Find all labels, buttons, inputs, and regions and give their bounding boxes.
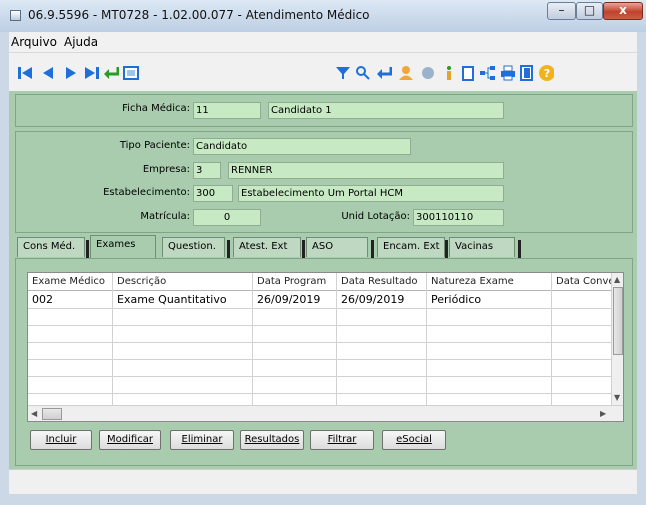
empresa-code-field[interactable]: 3 [193,162,221,179]
cell-exame-medico: 002 [32,293,53,306]
unid-lotacao-label: Unid Lotação: [341,211,410,222]
cell-descricao: Exame Quantitativo [117,293,227,306]
horizontal-scrollbar[interactable]: ◀ ▶ [28,405,623,421]
help-icon[interactable]: ? [538,65,554,81]
cell-data-resultado: 26/09/2019 [341,293,405,306]
ficha-name-field[interactable]: Candidato 1 [268,102,504,119]
scroll-right-icon[interactable]: ▶ [600,409,606,418]
unid-lotacao-field[interactable]: 300110110 [413,209,504,226]
incluir-button[interactable]: Incluir [30,430,92,450]
tab-exames[interactable]: Exames [90,235,156,259]
row-line [28,325,611,326]
window-frame [0,494,646,505]
first-record-icon[interactable] [17,65,33,81]
tab-aso[interactable]: ASO [306,237,368,257]
menu-ajuda[interactable]: Ajuda [64,35,98,49]
status-bar [9,469,637,495]
column-line [252,273,253,405]
esocial-button[interactable]: eSocial [382,430,446,450]
matricula-field[interactable]: 0 [193,209,261,226]
column-header-data-resultado[interactable]: Data Resultado [341,276,418,287]
menu-arquivo[interactable]: Arquivo [11,35,57,49]
cell-data-program: 26/09/2019 [257,293,321,306]
column-header-natureza-exame[interactable]: Natureza Exame [431,276,514,287]
user-icon[interactable] [398,65,414,81]
column-line [112,273,113,405]
scroll-down-icon[interactable]: ▼ [614,393,620,402]
tab-separator [302,240,305,258]
tree-icon[interactable] [479,65,495,81]
svg-text:?: ? [544,67,550,80]
exams-grid[interactable]: Exame Médico Descrição Data Program Data… [27,272,624,422]
toolbar: ? [9,53,637,91]
goto-icon[interactable] [103,65,119,81]
tab-encam-ext[interactable]: Encam. Ext [377,237,445,257]
estabelecimento-label: Estabelecimento: [103,187,190,198]
exit-icon[interactable] [519,65,535,81]
vertical-scrollbar[interactable]: ▲ ▼ [611,273,623,405]
row-line [28,376,611,377]
tab-separator [227,240,230,258]
app-icon[interactable] [10,10,21,21]
modificar-button[interactable]: Modificar [99,430,161,450]
matricula-label: Matrícula: [140,211,190,222]
scroll-left-icon[interactable]: ◀ [31,409,37,418]
zoom-record-icon[interactable] [123,65,139,81]
column-header-exame-medico[interactable]: Exame Médico [32,276,105,287]
maximize-button[interactable]: □ [576,2,603,20]
tab-question[interactable]: Question. [162,237,225,257]
empresa-name-field[interactable]: RENNER [228,162,504,179]
tipo-paciente-field[interactable]: Candidato [193,138,411,155]
previous-record-icon[interactable] [40,65,56,81]
column-header-data-conve[interactable]: Data Conve [556,276,615,287]
column-line [551,273,552,405]
column-line [426,273,427,405]
return-icon[interactable] [376,65,392,81]
print-icon[interactable] [500,65,516,81]
next-record-icon[interactable] [63,65,79,81]
last-record-icon[interactable] [84,65,100,81]
row-line [28,359,611,360]
horizontal-scroll-thumb[interactable] [42,408,62,420]
filter-icon[interactable] [335,65,351,81]
row-line [28,342,611,343]
column-line [336,273,337,405]
window-title: 06.9.5596 - MT0728 - 1.02.00.077 - Atend… [28,8,370,22]
tipo-paciente-label: Tipo Paciente: [119,140,190,151]
scroll-up-icon[interactable]: ▲ [614,275,620,284]
resultados-button[interactable]: Resultados [240,430,304,450]
column-header-data-program[interactable]: Data Program [257,276,326,287]
search-icon[interactable] [355,65,371,81]
empresa-label: Empresa: [142,164,190,175]
close-button[interactable]: x [603,2,643,20]
menu-bar: Arquivo Ajuda [9,32,637,53]
row-line [28,393,611,394]
vertical-scroll-thumb[interactable] [613,287,623,355]
estabelecimento-name-field[interactable]: Estabelecimento Um Portal HCM [238,185,504,202]
estabelecimento-code-field[interactable]: 300 [193,185,233,202]
ficha-number-field[interactable]: 11 [193,102,261,119]
tab-separator [86,240,89,258]
eliminar-button[interactable]: Eliminar [170,430,234,450]
ficha-label: Ficha Médica: [122,103,190,114]
info-icon[interactable] [441,65,457,81]
minimize-button[interactable]: – [547,2,576,20]
filtrar-button[interactable]: Filtrar [310,430,374,450]
tab-atest-ext[interactable]: Atest. Ext [233,237,301,257]
column-header-descricao[interactable]: Descrição [117,276,166,287]
circle-icon[interactable] [420,65,436,81]
tab-separator [518,240,521,258]
cell-natureza-exame: Periódico [431,293,482,306]
tab-separator [371,240,374,258]
tab-cons-med[interactable]: Cons Méd. [17,237,85,257]
tab-vacinas[interactable]: Vacinas [449,237,515,257]
tab-separator [445,240,448,258]
clipboard-icon[interactable] [460,65,476,81]
row-line [28,308,611,309]
